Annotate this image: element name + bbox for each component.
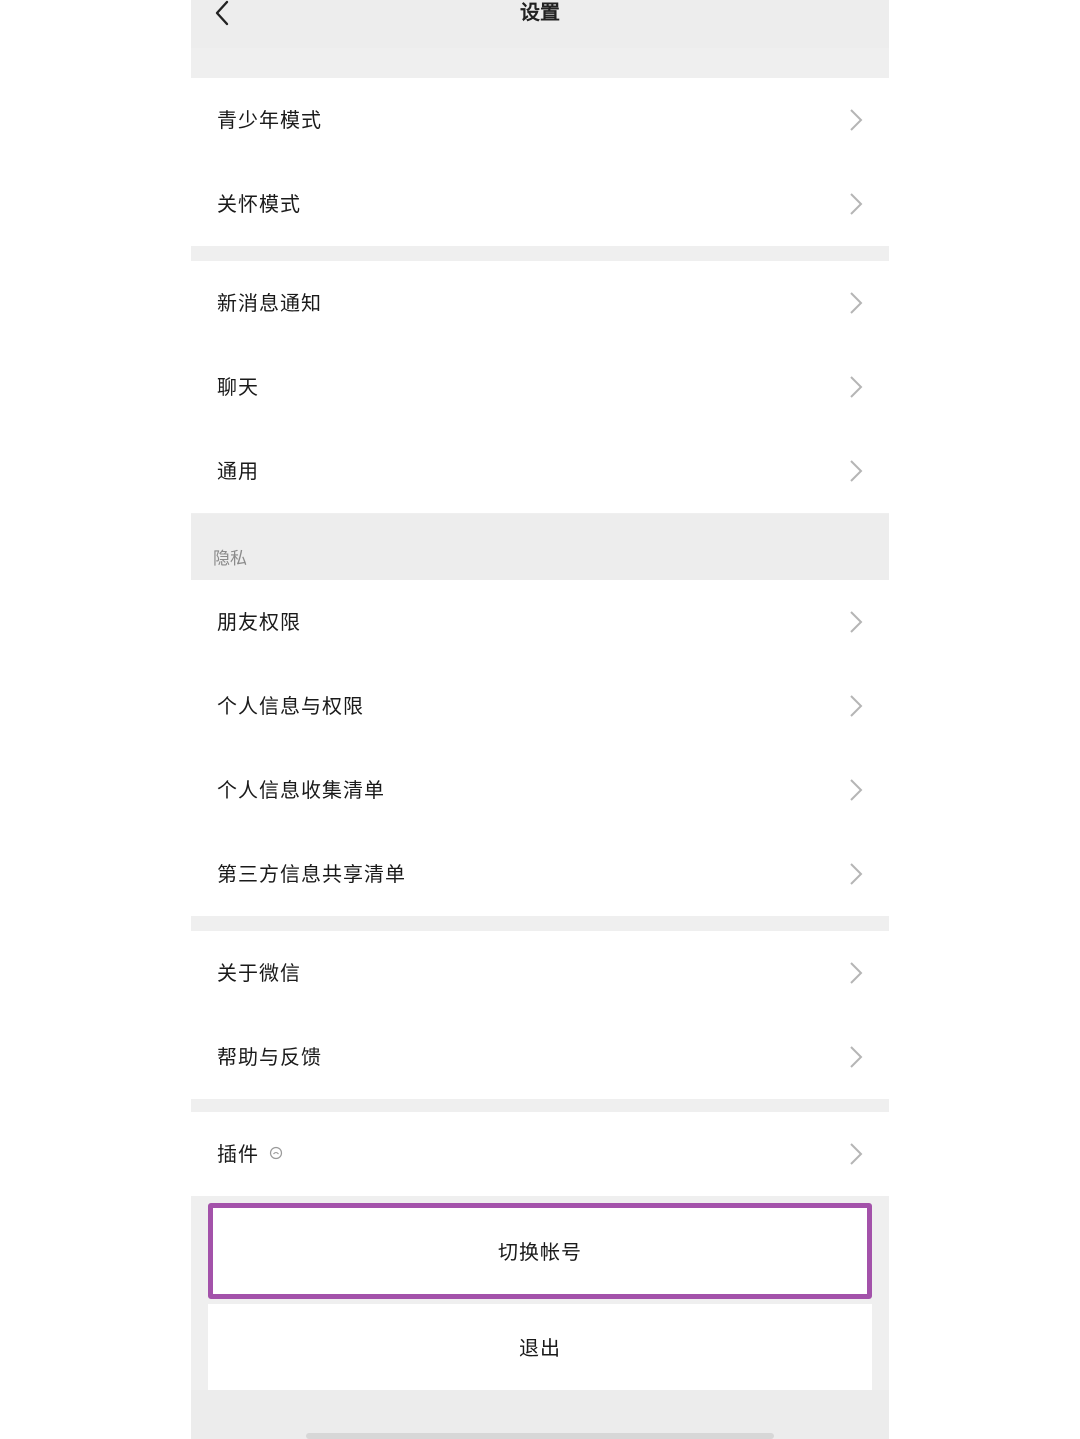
- home-indicator: [306, 1433, 774, 1439]
- settings-row-friend-permissions[interactable]: 朋友权限: [191, 580, 889, 664]
- settings-row-third-party-sharing-list[interactable]: 第三方信息共享清单: [191, 832, 889, 916]
- chevron-right-icon: [850, 779, 863, 801]
- chevron-right-icon: [850, 611, 863, 633]
- row-label: 朋友权限: [217, 610, 301, 634]
- row-label: 帮助与反馈: [217, 1045, 322, 1069]
- row-label: 通用: [217, 459, 259, 483]
- settings-group-about: 关于微信 帮助与反馈: [191, 931, 889, 1099]
- settings-group-privacy: 朋友权限 个人信息与权限 个人信息收集清单 第三方信息共享清单: [191, 580, 889, 916]
- chevron-right-icon: [850, 193, 863, 215]
- chevron-right-icon: [850, 376, 863, 398]
- row-label: 青少年模式: [217, 108, 322, 132]
- settings-row-personal-info-permissions[interactable]: 个人信息与权限: [191, 664, 889, 748]
- row-label: 个人信息与权限: [217, 694, 364, 718]
- chevron-right-icon: [850, 292, 863, 314]
- switch-account-label: 切换帐号: [498, 1240, 582, 1264]
- row-label: 插件: [217, 1142, 259, 1166]
- chevron-right-icon: [850, 695, 863, 717]
- settings-row-notifications[interactable]: 新消息通知: [191, 261, 889, 345]
- settings-row-help-feedback[interactable]: 帮助与反馈: [191, 1015, 889, 1099]
- settings-row-about-wechat[interactable]: 关于微信: [191, 931, 889, 1015]
- chevron-right-icon: [850, 863, 863, 885]
- logout-button[interactable]: 退出: [208, 1304, 872, 1390]
- section-header-label: 隐私: [213, 549, 247, 569]
- settings-row-plugins[interactable]: 插件: [191, 1112, 889, 1196]
- settings-row-teen-mode[interactable]: 青少年模式: [191, 78, 889, 162]
- row-label: 个人信息收集清单: [217, 778, 385, 802]
- chevron-right-icon: [850, 1143, 863, 1165]
- row-label: 关于微信: [217, 961, 301, 985]
- navigation-bar: 设置: [191, 0, 889, 48]
- chevron-right-icon: [850, 962, 863, 984]
- chevron-right-icon: [850, 460, 863, 482]
- settings-group-modes: 青少年模式 关怀模式: [191, 78, 889, 246]
- plugin-badge-icon: [269, 1146, 283, 1160]
- row-label: 聊天: [217, 375, 259, 399]
- switch-account-button[interactable]: 切换帐号: [208, 1203, 872, 1299]
- settings-screen: 设置 青少年模式 关怀模式 新消息通知 聊天 通用 隐私 朋友权限 个人信息与权…: [191, 0, 889, 1439]
- logout-label: 退出: [519, 1336, 561, 1360]
- settings-row-chat[interactable]: 聊天: [191, 345, 889, 429]
- section-header-privacy: 隐私: [191, 514, 889, 580]
- settings-row-personal-info-list[interactable]: 个人信息收集清单: [191, 748, 889, 832]
- settings-group-plugins: 插件: [191, 1112, 889, 1196]
- row-label: 关怀模式: [217, 192, 301, 216]
- chevron-right-icon: [850, 109, 863, 131]
- chevron-right-icon: [850, 1046, 863, 1068]
- settings-row-care-mode[interactable]: 关怀模式: [191, 162, 889, 246]
- settings-group-general: 新消息通知 聊天 通用: [191, 261, 889, 513]
- page-title: 设置: [520, 0, 560, 24]
- row-label: 新消息通知: [217, 291, 322, 315]
- row-label: 第三方信息共享清单: [217, 862, 406, 886]
- bottom-area: [191, 1390, 889, 1439]
- settings-row-general[interactable]: 通用: [191, 429, 889, 513]
